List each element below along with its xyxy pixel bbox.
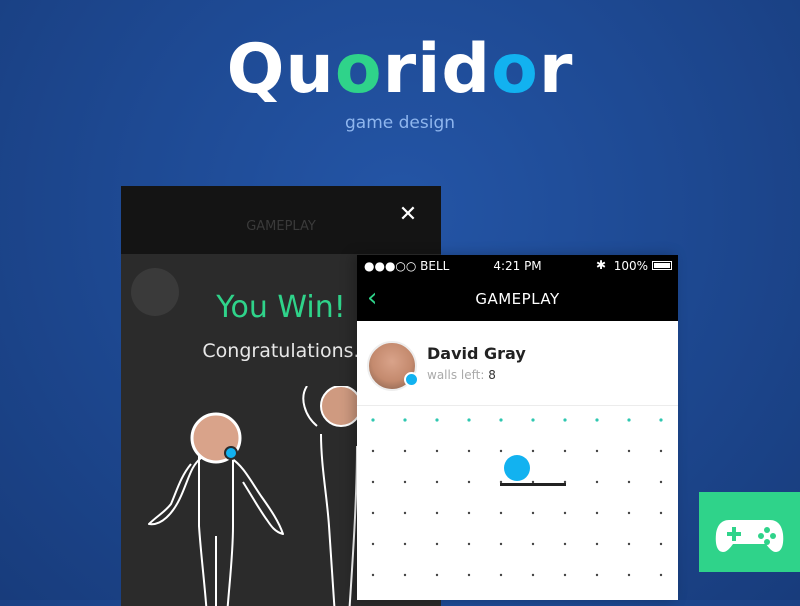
board-dot[interactable] bbox=[499, 542, 503, 546]
bluetooth-icon: ✱ bbox=[595, 258, 606, 272]
board-dot[interactable] bbox=[371, 480, 375, 484]
board-dot[interactable] bbox=[531, 542, 535, 546]
gamepad-badge bbox=[699, 492, 800, 572]
board-dot[interactable] bbox=[403, 573, 407, 577]
battery-icon bbox=[652, 261, 672, 270]
board-dot[interactable] bbox=[499, 418, 503, 422]
board-dot[interactable] bbox=[403, 542, 407, 546]
board-dot[interactable] bbox=[659, 542, 663, 546]
board-dot[interactable] bbox=[627, 573, 631, 577]
board-dot[interactable] bbox=[659, 418, 663, 422]
board-dot[interactable] bbox=[595, 573, 599, 577]
board-dot[interactable] bbox=[563, 511, 567, 515]
board-dot[interactable] bbox=[595, 542, 599, 546]
board-dot[interactable] bbox=[531, 573, 535, 577]
walls-left-value: 8 bbox=[488, 368, 496, 382]
board-dot[interactable] bbox=[371, 542, 375, 546]
board-dot[interactable] bbox=[659, 573, 663, 577]
game-board[interactable] bbox=[357, 406, 678, 600]
board-dot[interactable] bbox=[435, 480, 439, 484]
board-dot[interactable] bbox=[531, 449, 535, 453]
board-dot[interactable] bbox=[531, 511, 535, 515]
board-dot[interactable] bbox=[627, 480, 631, 484]
board-dot[interactable] bbox=[467, 542, 471, 546]
player-color-dot bbox=[404, 372, 419, 387]
wall-piece bbox=[500, 483, 566, 486]
board-dot[interactable] bbox=[563, 573, 567, 577]
battery-percent: 100% bbox=[613, 259, 648, 273]
board-dot[interactable] bbox=[435, 573, 439, 577]
board-dot[interactable] bbox=[371, 573, 375, 577]
board-dot[interactable] bbox=[403, 480, 407, 484]
board-dot[interactable] bbox=[499, 449, 503, 453]
board-dot[interactable] bbox=[563, 449, 567, 453]
board-dot[interactable] bbox=[467, 480, 471, 484]
title-part: o bbox=[334, 30, 383, 109]
board-dot[interactable] bbox=[435, 418, 439, 422]
board-dot[interactable] bbox=[467, 418, 471, 422]
faded-header: GAMEPLAY bbox=[246, 219, 316, 234]
board-dot[interactable] bbox=[595, 418, 599, 422]
board-dot[interactable] bbox=[627, 418, 631, 422]
board-dot[interactable] bbox=[627, 449, 631, 453]
board-dot[interactable] bbox=[531, 480, 535, 484]
title-part: r bbox=[538, 30, 574, 109]
title-part: Qu bbox=[226, 30, 335, 109]
board-dot[interactable] bbox=[499, 511, 503, 515]
board-dot[interactable] bbox=[371, 511, 375, 515]
title-part: rid bbox=[382, 30, 492, 109]
nav-title: GAMEPLAY bbox=[475, 290, 560, 308]
board-dot[interactable] bbox=[531, 418, 535, 422]
board-dot[interactable] bbox=[627, 542, 631, 546]
board-dot[interactable] bbox=[595, 511, 599, 515]
board-dot[interactable] bbox=[627, 511, 631, 515]
board-dot[interactable] bbox=[403, 449, 407, 453]
board-dot[interactable] bbox=[467, 511, 471, 515]
board-dot[interactable] bbox=[563, 480, 567, 484]
board-dot[interactable] bbox=[467, 449, 471, 453]
board-dot[interactable] bbox=[563, 542, 567, 546]
board-dot[interactable] bbox=[595, 449, 599, 453]
board-dot[interactable] bbox=[659, 511, 663, 515]
player-name: David Gray bbox=[427, 344, 526, 363]
board-dot[interactable] bbox=[435, 449, 439, 453]
nav-bar: ‹ GAMEPLAY bbox=[357, 277, 678, 321]
board-dot[interactable] bbox=[563, 418, 567, 422]
close-icon[interactable]: ✕ bbox=[397, 204, 419, 226]
board-dot[interactable] bbox=[659, 449, 663, 453]
walls-left: walls left: 8 bbox=[427, 368, 496, 382]
app-title: Quoridor bbox=[0, 30, 800, 110]
player-pawn[interactable] bbox=[504, 455, 530, 481]
status-bar: ●●●○○ BELL 4:21 PM ✱ 100% bbox=[357, 255, 678, 277]
board-dot[interactable] bbox=[403, 418, 407, 422]
board-dot[interactable] bbox=[435, 542, 439, 546]
gamepad-icon bbox=[715, 520, 784, 552]
board-dot[interactable] bbox=[371, 418, 375, 422]
avatar bbox=[367, 341, 419, 391]
board-dot[interactable] bbox=[371, 449, 375, 453]
gameplay-screen: ●●●○○ BELL 4:21 PM ✱ 100% ‹ GAMEPLAY Dav… bbox=[357, 255, 678, 600]
board-dot[interactable] bbox=[595, 480, 599, 484]
board-dot[interactable] bbox=[499, 573, 503, 577]
walls-left-label: walls left: bbox=[427, 368, 485, 382]
board-dot[interactable] bbox=[467, 573, 471, 577]
title-part: o bbox=[491, 30, 539, 109]
subtitle: game design bbox=[344, 113, 456, 133]
board-dot[interactable] bbox=[659, 480, 663, 484]
player-card: David Gray walls left: 8 bbox=[357, 321, 678, 406]
board-dot[interactable] bbox=[435, 511, 439, 515]
board-dot[interactable] bbox=[403, 511, 407, 515]
board-dot[interactable] bbox=[499, 480, 503, 484]
